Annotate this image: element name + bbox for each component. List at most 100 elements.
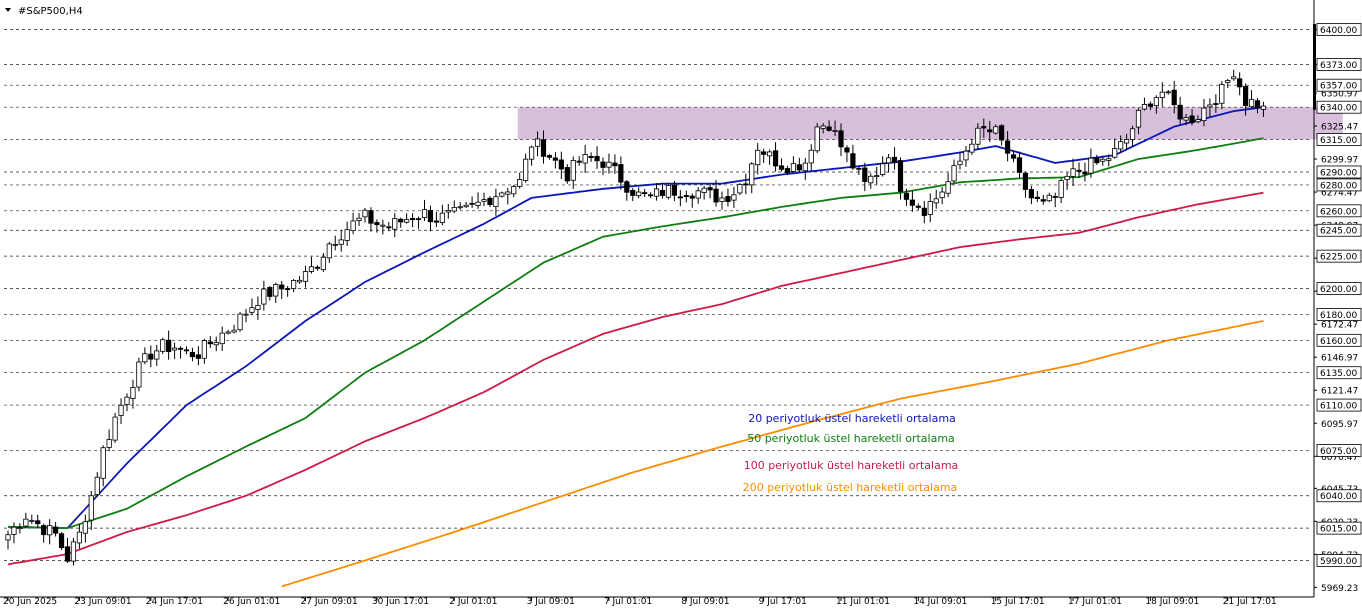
candle-bearish[interactable] — [148, 353, 154, 360]
candle-bearish[interactable] — [1028, 189, 1034, 199]
candle-bearish[interactable] — [1040, 199, 1046, 202]
candle-bullish[interactable] — [951, 165, 957, 182]
candle-bullish[interactable] — [969, 143, 975, 153]
candle-bearish[interactable] — [630, 189, 636, 196]
candle-bearish[interactable] — [285, 288, 291, 291]
candle-bullish[interactable] — [213, 342, 219, 346]
candle-bullish[interactable] — [231, 329, 237, 333]
chart-dropdown-icon[interactable] — [5, 8, 11, 12]
candle-bullish[interactable] — [171, 347, 178, 351]
candle-bearish[interactable] — [648, 194, 654, 197]
candle-bearish[interactable] — [772, 150, 779, 167]
candle-bearish[interactable] — [642, 192, 648, 195]
candle-bullish[interactable] — [975, 127, 981, 145]
candle-bearish[interactable] — [1022, 172, 1029, 190]
candle-bearish[interactable] — [1189, 115, 1195, 124]
candle-bearish[interactable] — [409, 218, 416, 221]
candle-bullish[interactable] — [1159, 91, 1165, 99]
candle-bullish[interactable] — [47, 525, 53, 536]
candle-bullish[interactable] — [356, 217, 362, 221]
candle-bearish[interactable] — [743, 183, 749, 186]
candle-bullish[interactable] — [880, 163, 886, 175]
candle-bullish[interactable] — [237, 313, 243, 331]
candle-bearish[interactable] — [612, 162, 618, 167]
candle-bullish[interactable] — [1225, 80, 1231, 84]
candle-bullish[interactable] — [118, 404, 124, 416]
candle-bullish[interactable] — [523, 158, 529, 181]
candle-bullish[interactable] — [737, 184, 743, 194]
candle-bullish[interactable] — [993, 126, 999, 134]
candle-bearish[interactable] — [1052, 196, 1058, 198]
candle-bullish[interactable] — [1118, 141, 1124, 150]
candle-bullish[interactable] — [296, 279, 303, 283]
candle-bullish[interactable] — [439, 212, 445, 224]
candle-bearish[interactable] — [374, 222, 380, 226]
candle-bullish[interactable] — [653, 188, 660, 197]
candle-bearish[interactable] — [600, 161, 606, 168]
candle-bullish[interactable] — [1112, 148, 1118, 158]
candle-bearish[interactable] — [1094, 157, 1100, 164]
candle-bearish[interactable] — [279, 284, 285, 290]
candle-bearish[interactable] — [1171, 89, 1177, 106]
candle-bullish[interactable] — [1201, 107, 1207, 121]
candle-bullish[interactable] — [451, 207, 457, 212]
candle-bearish[interactable] — [862, 167, 868, 182]
candle-bearish[interactable] — [558, 159, 564, 170]
candle-bullish[interactable] — [1135, 109, 1142, 128]
candle-bullish[interactable] — [767, 151, 773, 157]
candle-bullish[interactable] — [457, 206, 463, 209]
candle-bullish[interactable] — [332, 243, 338, 246]
price-chart[interactable]: 6400.006373.006350.976325.476299.976274.… — [0, 0, 1362, 611]
candle-bearish[interactable] — [41, 525, 47, 536]
candle-bearish[interactable] — [856, 167, 862, 170]
candle-bullish[interactable] — [273, 284, 279, 297]
candle-bearish[interactable] — [981, 126, 987, 129]
candle-bullish[interactable] — [1248, 99, 1255, 108]
candle-bearish[interactable] — [552, 157, 559, 161]
candle-bearish[interactable] — [433, 220, 440, 223]
candle-bearish[interactable] — [64, 546, 71, 562]
candle-bullish[interactable] — [302, 271, 309, 282]
candle-bullish[interactable] — [112, 416, 118, 441]
candle-bearish[interactable] — [796, 164, 802, 171]
candle-bullish[interactable] — [320, 256, 326, 271]
candle-bullish[interactable] — [1088, 157, 1094, 174]
candle-bearish[interactable] — [368, 210, 374, 224]
candle-bearish[interactable] — [195, 354, 201, 359]
candle-bullish[interactable] — [308, 266, 315, 272]
candle-bullish[interactable] — [481, 199, 487, 202]
candle-bullish[interactable] — [1165, 91, 1171, 94]
candle-bullish[interactable] — [636, 191, 642, 197]
candle-bearish[interactable] — [1254, 100, 1261, 108]
candle-bearish[interactable] — [267, 287, 273, 297]
candle-bullish[interactable] — [701, 187, 707, 193]
candle-bullish[interactable] — [1058, 180, 1064, 198]
candle-bullish[interactable] — [606, 161, 612, 168]
candle-bullish[interactable] — [1046, 194, 1052, 202]
candle-bullish[interactable] — [933, 198, 939, 204]
candle-bullish[interactable] — [1124, 139, 1130, 144]
candle-bearish[interactable] — [826, 126, 832, 131]
candle-bullish[interactable] — [463, 204, 469, 208]
candle-bearish[interactable] — [618, 164, 624, 183]
candle-bearish[interactable] — [183, 349, 190, 352]
candle-bullish[interactable] — [70, 541, 77, 562]
candle-bullish[interactable] — [421, 209, 428, 219]
candle-bullish[interactable] — [1064, 175, 1070, 181]
candle-bullish[interactable] — [505, 191, 511, 195]
candle-bullish[interactable] — [1231, 76, 1237, 80]
candle-bullish[interactable] — [1195, 119, 1201, 123]
candle-bullish[interactable] — [1183, 117, 1189, 121]
candle-bullish[interactable] — [1219, 84, 1225, 104]
candle-bullish[interactable] — [344, 229, 350, 241]
candle-bearish[interactable] — [683, 195, 689, 197]
ema-50-line[interactable] — [7, 137, 1264, 530]
candle-bullish[interactable] — [749, 163, 755, 186]
candle-bearish[interactable] — [540, 139, 547, 157]
candle-bearish[interactable] — [207, 341, 213, 345]
candle-bullish[interactable] — [338, 239, 344, 245]
candle-bearish[interactable] — [564, 167, 570, 182]
candle-bearish[interactable] — [844, 147, 850, 153]
candle-bearish[interactable] — [594, 155, 600, 162]
candle-bullish[interactable] — [945, 181, 951, 194]
